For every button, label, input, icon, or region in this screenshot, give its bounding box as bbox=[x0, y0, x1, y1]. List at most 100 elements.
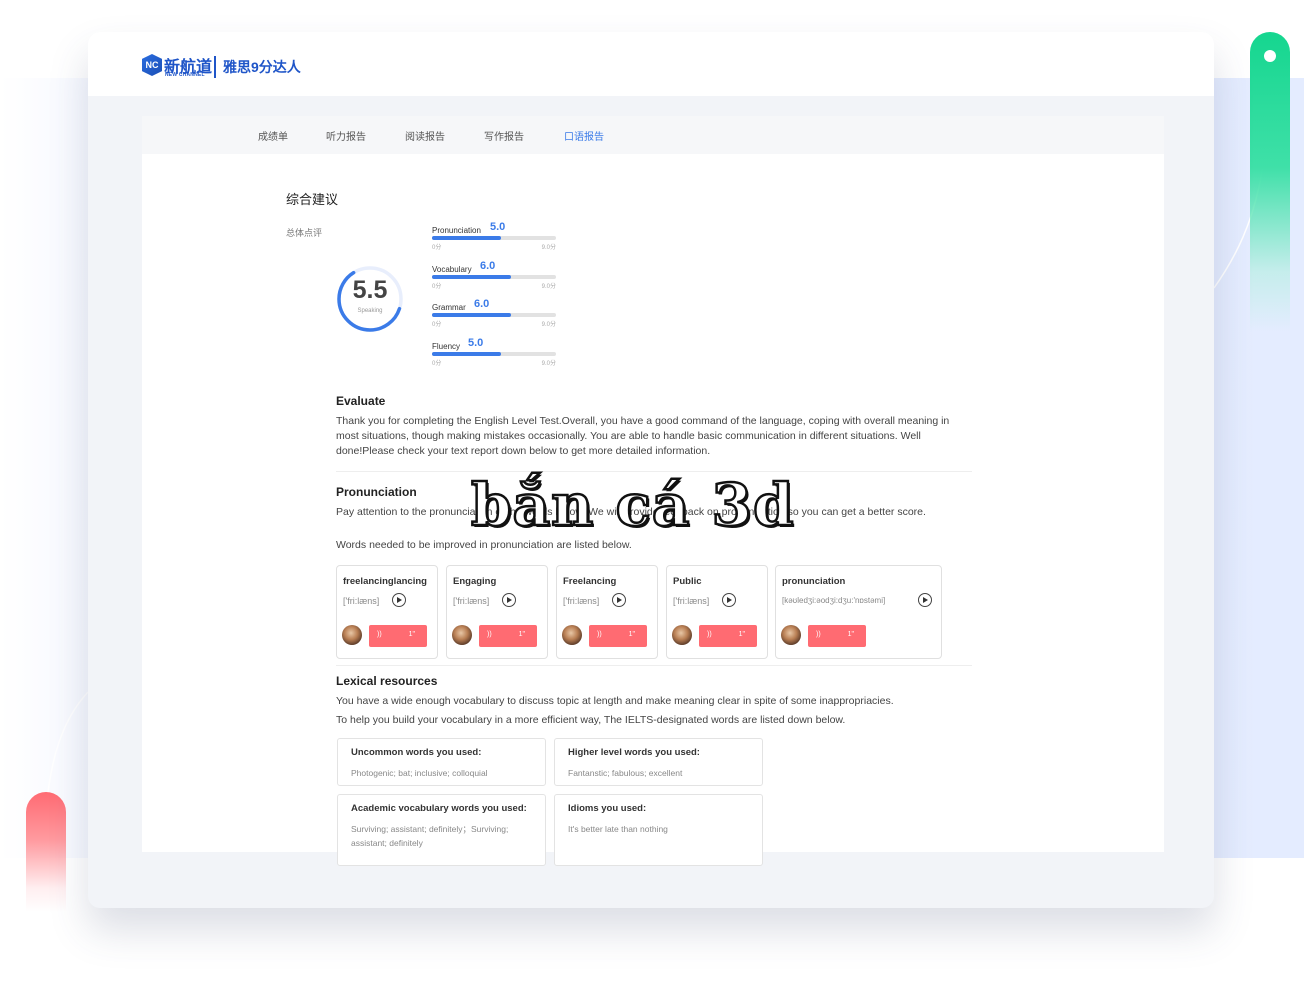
avatar bbox=[562, 625, 582, 645]
recording-button[interactable]: )) 1" bbox=[589, 625, 647, 647]
bar-label: Grammar bbox=[432, 303, 466, 312]
box-title: Higher level words you used: bbox=[568, 747, 700, 758]
uncommon-words-box: Uncommon words you used: Photogenic; bat… bbox=[337, 738, 546, 786]
app-title: 雅思9分达人 bbox=[223, 59, 301, 75]
brand-logo-icon: NC bbox=[142, 54, 162, 76]
bar-min: 0分 bbox=[432, 322, 442, 328]
recording-button[interactable]: )) 1" bbox=[479, 625, 537, 647]
tab-score-sheet[interactable]: 成绩单 bbox=[258, 128, 288, 143]
recording-button[interactable]: )) 1" bbox=[369, 625, 427, 647]
bar-value: 5.0 bbox=[490, 221, 506, 233]
word-phonetic: [kəʊledʒi:əodʒi:dʒu:'nɒstəmi] bbox=[782, 596, 886, 605]
pronunciation-note: Words needed to be improved in pronuncia… bbox=[336, 539, 632, 551]
word-card: Engaging ['fri:læns] )) 1" bbox=[446, 565, 548, 659]
top-bar: NC 新航道 NEW CHANNEL 雅思9分达人 bbox=[88, 32, 1214, 96]
play-icon[interactable] bbox=[612, 593, 626, 607]
bar-label: Fluency bbox=[432, 342, 461, 351]
recording-duration: 1" bbox=[738, 631, 745, 638]
lexical-text: You have a wide enough vocabulary to dis… bbox=[336, 695, 894, 707]
bar-track bbox=[432, 313, 556, 317]
evaluate-text: Thank you for completing the English Lev… bbox=[336, 415, 950, 457]
brand-divider bbox=[214, 56, 216, 78]
pronunciation-heading: Pronunciation bbox=[336, 485, 417, 499]
section-title: 综合建议 bbox=[286, 192, 339, 207]
play-icon[interactable] bbox=[722, 593, 736, 607]
green-decor-pill bbox=[1250, 32, 1290, 332]
divider bbox=[336, 665, 972, 666]
tab-listening-report[interactable]: 听力报告 bbox=[326, 128, 366, 143]
bar-max: 9.0分 bbox=[541, 245, 556, 251]
bar-track bbox=[432, 236, 556, 240]
idioms-box: Idioms you used: It's better late than n… bbox=[554, 794, 763, 866]
evaluate-heading: Evaluate bbox=[336, 394, 386, 408]
sound-wave-icon: )) bbox=[377, 631, 382, 638]
brand-name-en: NEW CHANNEL bbox=[165, 72, 205, 78]
avatar bbox=[781, 625, 801, 645]
bar-min: 0分 bbox=[432, 245, 442, 251]
word-phonetic: ['fri:læns] bbox=[343, 596, 380, 606]
bar-min: 0分 bbox=[432, 284, 442, 290]
word-card: Freelancing ['fri:læns] )) 1" bbox=[556, 565, 658, 659]
sound-wave-icon: )) bbox=[487, 631, 492, 638]
score-caption: Speaking bbox=[357, 308, 383, 314]
box-title: Idioms you used: bbox=[568, 803, 647, 814]
bar-fill bbox=[432, 236, 501, 240]
word-phonetic: ['fri:læns] bbox=[453, 596, 490, 606]
tab-writing-report[interactable]: 写作报告 bbox=[484, 128, 524, 143]
word-text: Engaging bbox=[453, 576, 497, 587]
box-value: Surviving; assistant; definitely；Survivi… bbox=[351, 824, 509, 848]
recording-duration: 1" bbox=[847, 631, 854, 638]
word-phonetic: ['fri:læns] bbox=[673, 596, 710, 606]
tab-reading-report[interactable]: 阅读报告 bbox=[405, 128, 445, 143]
bar-fill bbox=[432, 313, 512, 317]
word-text: pronunciation bbox=[782, 576, 846, 587]
word-card: pronunciation [kəʊledʒi:əodʒi:dʒu:'nɒstə… bbox=[775, 565, 942, 659]
sound-wave-icon: )) bbox=[816, 631, 821, 638]
bar-value: 6.0 bbox=[474, 298, 490, 310]
sound-wave-icon: )) bbox=[707, 631, 712, 638]
play-icon[interactable] bbox=[502, 593, 516, 607]
box-title: Academic vocabulary words you used: bbox=[351, 803, 527, 814]
bar-min: 0分 bbox=[432, 361, 442, 367]
bar-label: Pronunciation bbox=[432, 226, 481, 235]
bar-max: 9.0分 bbox=[541, 284, 556, 290]
word-text: Freelancing bbox=[563, 576, 617, 587]
play-icon[interactable] bbox=[392, 593, 406, 607]
word-text: Public bbox=[673, 576, 702, 587]
tab-speaking-report[interactable]: 口语报告 bbox=[564, 128, 604, 143]
bar-track bbox=[432, 275, 556, 279]
recording-duration: 1" bbox=[408, 631, 415, 638]
recording-duration: 1" bbox=[628, 631, 635, 638]
watermark-text: bắn cá 3d bbox=[470, 470, 795, 541]
lexical-note: To help you build your vocabulary in a m… bbox=[336, 714, 846, 726]
recording-button[interactable]: )) 1" bbox=[808, 625, 866, 647]
bar-fill bbox=[432, 275, 512, 279]
green-decor-dot bbox=[1264, 50, 1276, 62]
report-tabs: 成绩单 听力报告 阅读报告 写作报告 口语报告 bbox=[142, 116, 1164, 154]
recording-duration: 1" bbox=[518, 631, 525, 638]
bar-max: 9.0分 bbox=[541, 322, 556, 328]
speaking-score: 5.5 bbox=[352, 276, 388, 304]
bar-fill bbox=[432, 352, 501, 356]
word-text: freelancinglancing bbox=[343, 576, 427, 587]
bar-value: 5.0 bbox=[468, 337, 484, 349]
bar-label: Vocabulary bbox=[432, 265, 472, 274]
play-icon[interactable] bbox=[918, 593, 932, 607]
word-card: freelancinglancing ['fri:læns] )) 1" bbox=[336, 565, 438, 659]
academic-vocabulary-box: Academic vocabulary words you used: Surv… bbox=[337, 794, 546, 866]
box-value: Fantanstic; fabulous; excellent bbox=[568, 768, 683, 778]
word-card: Public ['fri:læns] )) 1" bbox=[666, 565, 768, 659]
word-phonetic: ['fri:læns] bbox=[563, 596, 600, 606]
red-decor-pill bbox=[26, 792, 66, 912]
recording-button[interactable]: )) 1" bbox=[699, 625, 757, 647]
bar-value: 6.0 bbox=[480, 260, 496, 272]
bar-max: 9.0分 bbox=[541, 361, 556, 367]
avatar bbox=[342, 625, 362, 645]
box-value: Photogenic; bat; inclusive; colloquial bbox=[351, 768, 488, 778]
sound-wave-icon: )) bbox=[597, 631, 602, 638]
overall-label: 总体点评 bbox=[286, 228, 323, 238]
box-value: It's better late than nothing bbox=[568, 824, 668, 834]
bar-track bbox=[432, 352, 556, 356]
box-title: Uncommon words you used: bbox=[351, 747, 482, 758]
lexical-heading: Lexical resources bbox=[336, 674, 438, 688]
